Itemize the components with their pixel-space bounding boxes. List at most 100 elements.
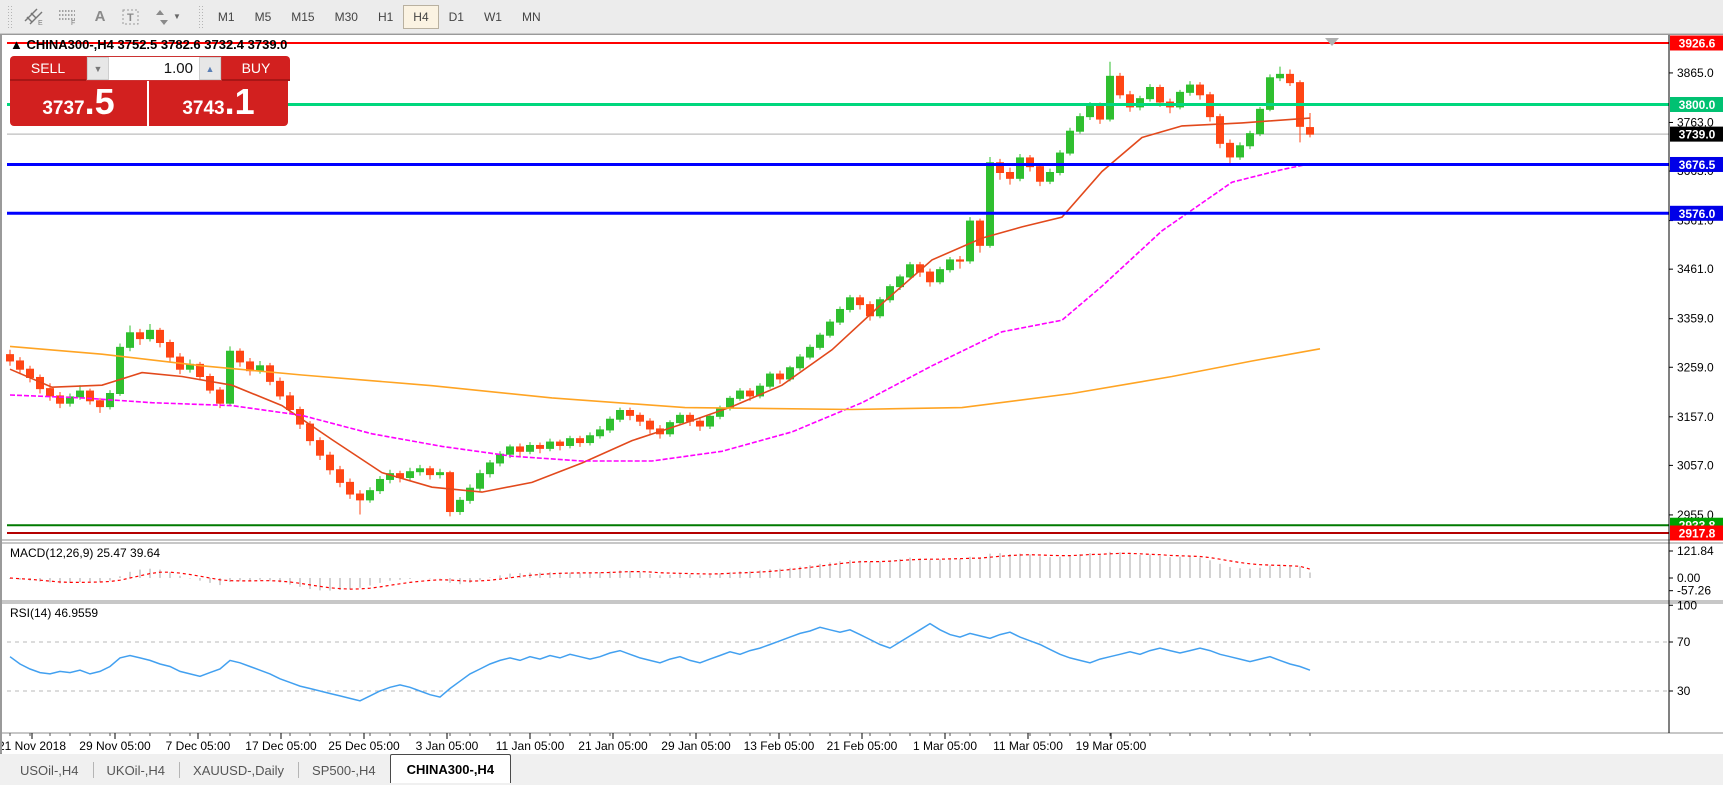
chart-tab-xauusd-daily[interactable]: XAUUSD-,Daily (179, 757, 298, 783)
time-axis-label: 11 Jan 05:00 (496, 739, 565, 753)
candle-body (697, 421, 704, 426)
candle-body (277, 381, 284, 396)
price-badge-label: 3676.5 (1679, 158, 1716, 172)
candle-body (447, 473, 454, 512)
candle-body (1197, 85, 1204, 95)
top-toolbar: E F A T ▼ M1M5M15M30H1H4D1W1MN (0, 0, 1723, 34)
timeframe-button-w1[interactable]: W1 (474, 5, 512, 29)
candle-body (977, 221, 984, 245)
time-axis-label: 1 Mar 05:00 (913, 739, 977, 753)
candle-body (677, 415, 684, 422)
timeframe-button-d1[interactable]: D1 (439, 5, 474, 29)
candle-body (777, 374, 784, 379)
candle-body (487, 463, 494, 474)
sell-price-main: 3737 (42, 86, 84, 131)
time-axis-label: 19 Mar 05:00 (1076, 739, 1147, 753)
buy-price-main: 3743 (182, 86, 224, 131)
candle-body (437, 473, 444, 475)
time-axis-label: 29 Nov 05:00 (79, 739, 151, 753)
candle-body (457, 500, 464, 511)
toolbar-grip-2[interactable] (198, 5, 205, 29)
buy-button[interactable]: BUY (222, 56, 290, 81)
macd-label: MACD(12,26,9) 25.47 39.64 (10, 546, 160, 560)
chart-tab-usoil-h4[interactable]: USOil-,H4 (6, 757, 93, 783)
candle-body (837, 309, 844, 322)
candle-body (17, 361, 24, 369)
chart-ohlc-header: ▲ CHINA300-,H4 3752.5 3782.6 3732.4 3739… (10, 37, 287, 52)
candle-body (737, 391, 744, 398)
candle-body (1217, 117, 1224, 144)
candle-body (427, 469, 434, 475)
price-badge-label: 3576.0 (1679, 207, 1716, 221)
time-axis-label: 21 Jan 05:00 (578, 739, 648, 753)
timeframe-button-m1[interactable]: M1 (208, 5, 245, 29)
candle-body (507, 447, 514, 454)
text-icon[interactable]: A (85, 4, 115, 30)
buy-price-big-digit: .1 (225, 81, 255, 123)
candle-body (1307, 128, 1314, 135)
price-badge-label: 2917.8 (1679, 526, 1716, 540)
candle-body (767, 374, 774, 386)
candle-body (1037, 167, 1044, 182)
chart-tab-china300-h4[interactable]: CHINA300-,H4 (390, 754, 511, 783)
candle-body (857, 298, 864, 305)
sell-button[interactable]: SELL (10, 56, 86, 81)
chart-window: 3865.03763.03663.03561.03461.03359.03259… (0, 34, 1723, 753)
equidistant-channel-icon[interactable]: E (17, 4, 51, 30)
candle-body (1097, 105, 1104, 119)
timeframe-button-m15[interactable]: M15 (281, 5, 324, 29)
chart-tab-sp500-h4[interactable]: SP500-,H4 (298, 757, 390, 783)
candle-body (907, 265, 914, 277)
time-axis-label: 13 Feb 05:00 (744, 739, 815, 753)
buy-price[interactable]: 3743.1 (149, 81, 288, 126)
timeframe-button-mn[interactable]: MN (512, 5, 551, 29)
chart-background (2, 35, 1723, 754)
timeframe-button-m5[interactable]: M5 (245, 5, 282, 29)
candle-body (407, 472, 414, 478)
candle-body (927, 272, 934, 282)
label-icon[interactable]: T (115, 4, 147, 30)
time-axis-label: 17 Dec 05:00 (245, 739, 317, 753)
time-axis-label: 3 Jan 05:00 (416, 739, 479, 753)
rsi-tick-label: 100 (1677, 598, 1697, 612)
candle-body (1057, 153, 1064, 172)
chart-tab-ukoil-h4[interactable]: UKOil-,H4 (93, 757, 180, 783)
candle-body (627, 410, 634, 415)
arrows-icon[interactable]: ▼ (147, 4, 188, 30)
candle-body (7, 355, 14, 361)
candle-body (137, 333, 144, 339)
time-axis-label: 11 Mar 05:00 (993, 739, 1063, 753)
svg-text:E: E (38, 20, 43, 26)
macd-tick-label: -57.26 (1677, 584, 1711, 598)
candle-body (747, 391, 754, 396)
fibonacci-icon[interactable]: F (51, 4, 85, 30)
svg-text:F: F (71, 20, 75, 26)
toolbar-grip[interactable] (7, 5, 14, 29)
candle-body (327, 455, 334, 470)
price-tick-label: 3259.0 (1677, 360, 1714, 374)
candle-body (617, 410, 624, 419)
candle-body (377, 479, 384, 490)
candle-body (127, 333, 134, 348)
chevron-down-icon: ▼ (173, 12, 181, 21)
candle-body (1247, 134, 1254, 146)
candle-body (207, 376, 214, 390)
candle-body (567, 439, 574, 446)
sell-price[interactable]: 3737.5 (10, 81, 149, 126)
candle-body (1237, 146, 1244, 157)
candle-body (1047, 172, 1054, 181)
candle-body (947, 260, 954, 270)
candle-body (1157, 87, 1164, 102)
volume-decrease-button[interactable]: ▼ (87, 57, 109, 80)
candle-body (117, 347, 124, 393)
candle-body (1107, 76, 1114, 119)
volume-increase-button[interactable]: ▲ (199, 57, 221, 80)
timeframe-button-h4[interactable]: H4 (403, 5, 438, 29)
volume-input[interactable]: 1.00 (109, 57, 199, 80)
price-badge-label: 3926.6 (1679, 37, 1716, 51)
candle-body (1007, 172, 1014, 178)
candle-body (1017, 158, 1024, 178)
timeframe-button-m30[interactable]: M30 (325, 5, 368, 29)
price-chart[interactable]: 3865.03763.03663.03561.03461.03359.03259… (2, 35, 1723, 754)
timeframe-button-h1[interactable]: H1 (368, 5, 403, 29)
